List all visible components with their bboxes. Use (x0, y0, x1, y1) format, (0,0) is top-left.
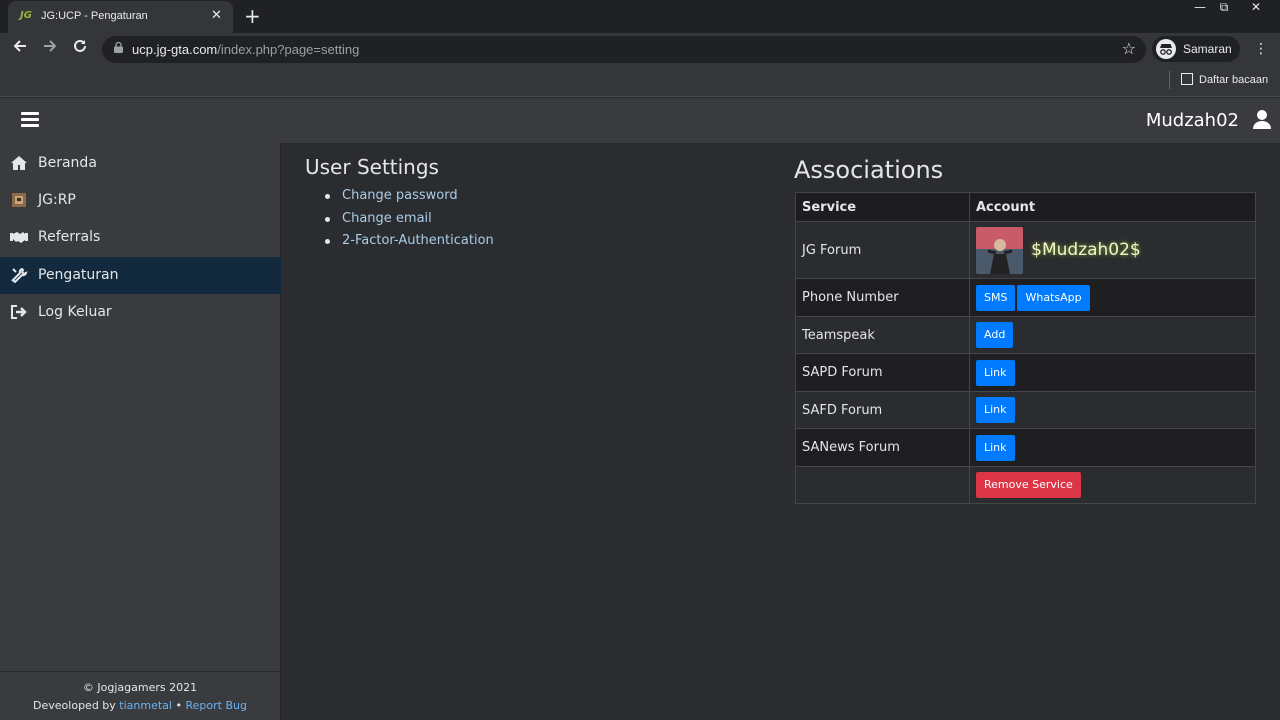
sidebar-footer: © Jogjagamers 2021 Deveoloped by tianmet… (0, 671, 280, 720)
browser-tab-bar: JG JG:UCP - Pengaturan ✕ + — ⧉ ✕ (0, 0, 1280, 33)
empty-cell (795, 466, 970, 504)
forum-account-name[interactable]: $Mudzah02$ (1031, 240, 1141, 260)
sidebar-item-jgrp[interactable]: JG:RP (0, 182, 281, 219)
handshake-icon (10, 232, 28, 243)
report-bug-link[interactable]: Report Bug (185, 699, 246, 712)
sidebar: Beranda JG:RP Referrals Pengaturan Log K… (0, 143, 281, 720)
url-text: ucp.jg-gta.com/index.php?page=setting (132, 42, 359, 57)
table-row: SANews Forum Link (795, 428, 1256, 467)
restore-icon[interactable]: ⧉ (1213, 0, 1235, 15)
service-name: JG Forum (795, 221, 970, 279)
table-row: Teamspeak Add (795, 316, 1256, 354)
account-cell: Link (969, 428, 1256, 467)
back-icon[interactable] (12, 38, 28, 58)
change-password-link[interactable]: Change password (342, 188, 458, 203)
sign-out-icon (11, 305, 27, 319)
whatsapp-button[interactable]: WhatsApp (1017, 284, 1090, 311)
sanews-link-button[interactable]: Link (976, 434, 1015, 461)
service-name: SAPD Forum (795, 353, 970, 392)
sidebar-item-label: JG:RP (38, 192, 76, 208)
browser-menu-icon[interactable]: ⋮ (1254, 41, 1268, 57)
account-cell: Link (969, 391, 1256, 429)
tab-close-icon[interactable]: ✕ (211, 8, 222, 23)
main-content: User Settings Change password Change ema… (281, 143, 1280, 720)
url-host: ucp.jg-gta.com (132, 42, 218, 57)
sidebar-item-referrals[interactable]: Referrals (0, 219, 281, 256)
account-column-header: Account (969, 192, 1256, 222)
sidebar-item-label: Beranda (38, 155, 97, 171)
service-name: Phone Number (795, 278, 970, 317)
new-tab-icon[interactable]: + (244, 4, 261, 28)
sms-button[interactable]: SMS (976, 284, 1016, 311)
user-settings-title: User Settings (305, 155, 439, 179)
profile-label: Samaran (1183, 42, 1232, 56)
incognito-icon (1156, 39, 1176, 59)
incognito-profile-button[interactable]: Samaran (1152, 36, 1240, 62)
account-cell: Add (969, 316, 1256, 354)
lock-icon (114, 42, 123, 53)
two-factor-auth-link[interactable]: 2-Factor-Authentication (342, 233, 494, 248)
list-item: 2-Factor-Authentication (325, 233, 494, 256)
remove-service-button[interactable]: Remove Service (976, 472, 1081, 498)
service-column-header: Service (795, 192, 970, 222)
home-icon (11, 156, 27, 170)
reading-list-button[interactable]: Daftar bacaan (1181, 73, 1268, 86)
service-name: SAFD Forum (795, 391, 970, 429)
bookmark-star-icon[interactable]: ☆ (1122, 39, 1136, 58)
service-name: SANews Forum (795, 428, 970, 467)
bookmarks-bar: Daftar bacaan (0, 65, 1280, 97)
remove-cell: Remove Service (969, 466, 1256, 504)
browser-toolbar: ucp.jg-gta.com/index.php?page=setting ☆ … (0, 33, 1280, 65)
account-cell: Link (969, 353, 1256, 392)
browser-tab[interactable]: JG JG:UCP - Pengaturan ✕ (8, 1, 233, 33)
reading-list-icon (1181, 73, 1193, 85)
associations-table: Service Account JG Forum $Mudzah02$ Phon… (795, 192, 1256, 504)
table-row: SAFD Forum Link (795, 391, 1256, 429)
table-row: SAPD Forum Link (795, 353, 1256, 392)
teamspeak-add-button[interactable]: Add (976, 322, 1014, 348)
list-item: Change email (325, 211, 494, 234)
forum-avatar (976, 226, 1023, 274)
account-cell: SMS WhatsApp (969, 278, 1256, 317)
sidebar-item-beranda[interactable]: Beranda (0, 145, 281, 182)
list-item: Change password (325, 188, 494, 211)
sidebar-item-label: Pengaturan (38, 267, 119, 283)
sidebar-item-pengaturan[interactable]: Pengaturan (0, 257, 281, 294)
reload-icon[interactable] (72, 38, 88, 58)
address-bar[interactable]: ucp.jg-gta.com/index.php?page=setting ☆ (102, 36, 1146, 63)
table-row: Phone Number SMS WhatsApp (795, 278, 1256, 317)
sidebar-item-label: Referrals (38, 229, 101, 245)
table-row: JG Forum $Mudzah02$ (795, 221, 1256, 279)
site-header: Mudzah02 (0, 98, 1280, 143)
url-path: /index.php?page=setting (217, 42, 360, 57)
sidebar-item-label: Log Keluar (38, 304, 112, 320)
favicon-icon: JG (20, 10, 32, 21)
developed-by-line: Deveoloped by tianmetal • Report Bug (0, 699, 280, 713)
settings-links-list: Change password Change email 2-Factor-Au… (325, 188, 494, 256)
tools-icon (11, 267, 28, 283)
tab-title: JG:UCP - Pengaturan (41, 10, 148, 22)
table-row: Remove Service (795, 466, 1256, 504)
minimize-icon[interactable]: — (1189, 0, 1211, 14)
forward-icon[interactable] (42, 38, 58, 58)
change-email-link[interactable]: Change email (342, 211, 432, 226)
sapd-link-button[interactable]: Link (976, 359, 1015, 386)
sidebar-item-log-keluar[interactable]: Log Keluar (0, 294, 281, 331)
hamburger-menu-icon[interactable] (21, 112, 39, 127)
table-header-row: Service Account (795, 192, 1256, 222)
developed-prefix: Deveoloped by (33, 699, 116, 712)
copyright-text: © Jogjagamers 2021 (82, 681, 198, 694)
account-cell: $Mudzah02$ (969, 221, 1256, 279)
footer-separator: • (175, 699, 182, 712)
header-username[interactable]: Mudzah02 (1146, 110, 1239, 131)
reading-list-label: Daftar bacaan (1199, 74, 1269, 86)
safd-link-button[interactable]: Link (976, 397, 1015, 423)
user-icon[interactable] (1252, 109, 1272, 129)
bookmarks-divider (1169, 71, 1170, 89)
jgrp-icon (12, 193, 26, 207)
service-name: Teamspeak (795, 316, 970, 354)
developer-link[interactable]: tianmetal (119, 699, 172, 712)
window-close-icon[interactable]: ✕ (1245, 0, 1267, 14)
associations-title: Associations (794, 156, 944, 184)
